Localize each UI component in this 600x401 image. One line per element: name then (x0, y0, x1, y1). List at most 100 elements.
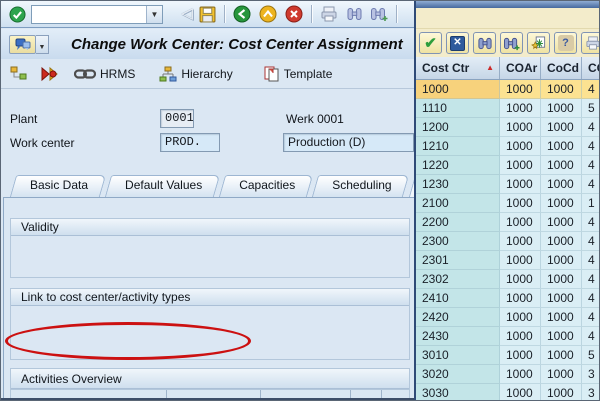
work-center-description-field[interactable]: Production (D) (283, 133, 414, 152)
grid-cell[interactable]: 2100 (416, 194, 500, 213)
print-button[interactable] (319, 4, 339, 24)
grid-cell[interactable]: 1000 (500, 213, 541, 232)
work-center-field[interactable]: PROD. (160, 133, 220, 152)
grid-cell[interactable]: 4 (582, 308, 599, 327)
grid-cell[interactable]: 4 (582, 156, 599, 175)
save-button[interactable] (197, 4, 217, 24)
grid-cell[interactable]: 2301 (416, 251, 500, 270)
cancel-button[interactable] (284, 4, 304, 24)
popup-print-button[interactable] (581, 32, 599, 54)
grid-cell[interactable]: 1000 (541, 156, 582, 175)
cost-center-row-2410[interactable]: 2410 1000 1000 4 (416, 289, 599, 308)
grid-cell[interactable]: 1000 (541, 308, 582, 327)
grid-cell[interactable]: 4 (582, 251, 599, 270)
popup-help-button[interactable]: ? (554, 32, 577, 54)
popup-find-button[interactable] (473, 32, 496, 54)
grid-cell[interactable]: 1 (582, 194, 599, 213)
grid-cell[interactable]: 1220 (416, 156, 500, 175)
grid-cell[interactable]: 2200 (416, 213, 500, 232)
command-input[interactable] (32, 6, 144, 22)
grid-cell[interactable]: 4 (582, 289, 599, 308)
grid-cell[interactable]: 4 (582, 213, 599, 232)
grid-cell[interactable]: 1000 (500, 327, 541, 346)
grid-cell[interactable]: 1000 (500, 384, 541, 400)
grid-cell[interactable]: 4 (582, 175, 599, 194)
grid-cell[interactable]: 1000 (541, 346, 582, 365)
grid-cell[interactable]: 1000 (500, 137, 541, 156)
template-button[interactable]: Template (263, 66, 332, 82)
grid-cell[interactable]: 1000 (416, 80, 500, 99)
grid-cell[interactable]: 4 (582, 118, 599, 137)
grid-cell[interactable]: 1000 (500, 270, 541, 289)
gui-options-button[interactable] (9, 34, 36, 54)
find-button[interactable] (344, 4, 364, 24)
grid-cell[interactable]: 2302 (416, 270, 500, 289)
grid-cell[interactable]: 4 (582, 270, 599, 289)
grid-cell[interactable]: 1000 (541, 99, 582, 118)
grid-cell[interactable]: 1000 (541, 80, 582, 99)
grid-cell[interactable]: 1110 (416, 99, 500, 118)
grid-cell[interactable]: 1000 (541, 384, 582, 400)
grid-cell[interactable]: 4 (582, 137, 599, 156)
grid-cell[interactable]: 1000 (500, 99, 541, 118)
grid-cell[interactable]: 1000 (541, 194, 582, 213)
grid-cell[interactable]: 1000 (541, 251, 582, 270)
grid-cell[interactable]: 1000 (500, 289, 541, 308)
grid-cell[interactable]: 2300 (416, 232, 500, 251)
grid-cell[interactable]: 1000 (500, 365, 541, 384)
cost-center-row-2100[interactable]: 2100 1000 1000 1 (416, 194, 599, 213)
grid-cell[interactable]: 1000 (541, 270, 582, 289)
command-field[interactable]: ▼ (31, 4, 163, 24)
grid-cell[interactable]: 1000 (541, 213, 582, 232)
grid-cell[interactable]: 1000 (541, 232, 582, 251)
grid-cell[interactable]: 2420 (416, 308, 500, 327)
gui-options-dropdown-icon[interactable]: ▼ (36, 34, 49, 54)
cost-center-row-1110[interactable]: 1110 1000 1000 5 (416, 99, 599, 118)
cost-center-row-1200[interactable]: 1200 1000 1000 4 (416, 118, 599, 137)
enter-button[interactable] (7, 4, 27, 24)
grid-cell[interactable]: 4 (582, 232, 599, 251)
grid-cell[interactable]: 1000 (541, 365, 582, 384)
grid-cell[interactable]: 5 (582, 346, 599, 365)
popup-find-next-button[interactable] (500, 32, 523, 54)
grid-cell[interactable]: 1000 (500, 308, 541, 327)
grid-cell[interactable]: 1000 (500, 156, 541, 175)
grid-cell[interactable]: 4 (582, 327, 599, 346)
cost-center-row-3020[interactable]: 3020 1000 1000 3 (416, 365, 599, 384)
tab-default-values[interactable]: Default Values (108, 175, 217, 197)
popup-new-selection-button[interactable] (527, 32, 550, 54)
cost-center-row-2300[interactable]: 2300 1000 1000 4 (416, 232, 599, 251)
grid-cell[interactable]: 3020 (416, 365, 500, 384)
grid-cell[interactable]: 1000 (500, 251, 541, 270)
popup-confirm-button[interactable]: ✔ (419, 32, 442, 54)
back-button[interactable] (232, 4, 252, 24)
cost-center-row-1230[interactable]: 1230 1000 1000 4 (416, 175, 599, 194)
hierarchy-button[interactable]: Hierarchy (159, 66, 233, 82)
cost-center-row-3030[interactable]: 3030 1000 1000 3 (416, 384, 599, 400)
hrms-button[interactable]: HRMS (74, 67, 135, 81)
grid-cell[interactable]: 1230 (416, 175, 500, 194)
grid-cell[interactable]: 1000 (541, 137, 582, 156)
tab-scheduling[interactable]: Scheduling (315, 175, 406, 197)
cost-center-row-2420[interactable]: 2420 1000 1000 4 (416, 308, 599, 327)
find-next-button[interactable] (369, 4, 389, 24)
grid-cell[interactable]: 1000 (500, 232, 541, 251)
grid-cell[interactable]: 3 (582, 384, 599, 400)
grid-cell[interactable]: 1000 (500, 118, 541, 137)
column-header-cost-ctr[interactable]: Cost Ctr ▲ (416, 57, 500, 79)
grid-cell[interactable]: 2430 (416, 327, 500, 346)
grid-cell[interactable]: 3010 (416, 346, 500, 365)
grid-cell[interactable]: 3030 (416, 384, 500, 400)
grid-cell[interactable]: 3 (582, 365, 599, 384)
cost-center-row-2302[interactable]: 2302 1000 1000 4 (416, 270, 599, 289)
cost-center-row-1210[interactable]: 1210 1000 1000 4 (416, 137, 599, 156)
column-header-co[interactable]: CO (582, 57, 599, 79)
column-header-cocd[interactable]: CoCd (541, 57, 582, 79)
grid-cell[interactable]: 4 (582, 80, 599, 99)
grid-cell[interactable]: 1000 (541, 175, 582, 194)
plant-field[interactable]: 0001 (160, 109, 194, 128)
exit-button[interactable] (258, 4, 278, 24)
grid-cell[interactable]: 1200 (416, 118, 500, 137)
grid-cell[interactable]: 5 (582, 99, 599, 118)
cost-center-row-3010[interactable]: 3010 1000 1000 5 (416, 346, 599, 365)
